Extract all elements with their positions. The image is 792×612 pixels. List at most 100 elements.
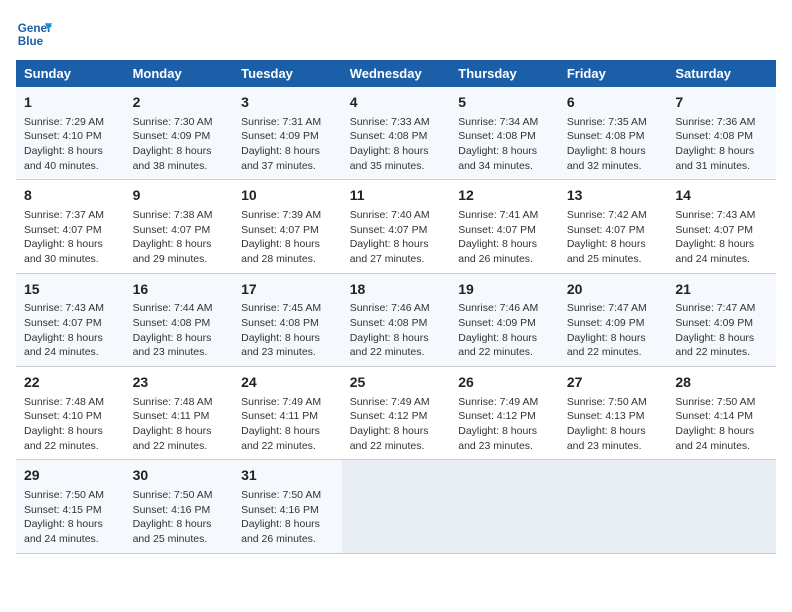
- calendar-cell-19: 19Sunrise: 7:46 AMSunset: 4:09 PMDayligh…: [450, 273, 559, 366]
- day-number: 1: [24, 93, 117, 113]
- calendar-cell-22: 22Sunrise: 7:48 AMSunset: 4:10 PMDayligh…: [16, 367, 125, 460]
- empty-cell: [559, 460, 668, 553]
- day-info: Sunrise: 7:40 AMSunset: 4:07 PMDaylight:…: [350, 208, 443, 267]
- calendar-cell-16: 16Sunrise: 7:44 AMSunset: 4:08 PMDayligh…: [125, 273, 234, 366]
- empty-cell: [667, 460, 776, 553]
- day-number: 15: [24, 280, 117, 300]
- day-header-friday: Friday: [559, 60, 668, 87]
- day-header-sunday: Sunday: [16, 60, 125, 87]
- day-number: 6: [567, 93, 660, 113]
- day-number: 20: [567, 280, 660, 300]
- day-number: 7: [675, 93, 768, 113]
- day-info: Sunrise: 7:49 AMSunset: 4:11 PMDaylight:…: [241, 395, 334, 454]
- calendar-cell-17: 17Sunrise: 7:45 AMSunset: 4:08 PMDayligh…: [233, 273, 342, 366]
- day-number: 16: [133, 280, 226, 300]
- calendar-cell-21: 21Sunrise: 7:47 AMSunset: 4:09 PMDayligh…: [667, 273, 776, 366]
- calendar-cell-31: 31Sunrise: 7:50 AMSunset: 4:16 PMDayligh…: [233, 460, 342, 553]
- day-number: 29: [24, 466, 117, 486]
- day-number: 9: [133, 186, 226, 206]
- day-number: 10: [241, 186, 334, 206]
- logo-icon: General Blue: [16, 16, 52, 52]
- calendar-cell-14: 14Sunrise: 7:43 AMSunset: 4:07 PMDayligh…: [667, 180, 776, 273]
- calendar-cell-4: 4Sunrise: 7:33 AMSunset: 4:08 PMDaylight…: [342, 87, 451, 180]
- day-info: Sunrise: 7:50 AMSunset: 4:15 PMDaylight:…: [24, 488, 117, 547]
- calendar-cell-2: 2Sunrise: 7:30 AMSunset: 4:09 PMDaylight…: [125, 87, 234, 180]
- day-info: Sunrise: 7:50 AMSunset: 4:16 PMDaylight:…: [133, 488, 226, 547]
- day-info: Sunrise: 7:30 AMSunset: 4:09 PMDaylight:…: [133, 115, 226, 174]
- calendar-cell-27: 27Sunrise: 7:50 AMSunset: 4:13 PMDayligh…: [559, 367, 668, 460]
- day-info: Sunrise: 7:38 AMSunset: 4:07 PMDaylight:…: [133, 208, 226, 267]
- calendar-cell-10: 10Sunrise: 7:39 AMSunset: 4:07 PMDayligh…: [233, 180, 342, 273]
- calendar-cell-18: 18Sunrise: 7:46 AMSunset: 4:08 PMDayligh…: [342, 273, 451, 366]
- day-number: 5: [458, 93, 551, 113]
- day-number: 26: [458, 373, 551, 393]
- day-number: 19: [458, 280, 551, 300]
- day-info: Sunrise: 7:43 AMSunset: 4:07 PMDaylight:…: [24, 301, 117, 360]
- day-number: 17: [241, 280, 334, 300]
- empty-cell: [450, 460, 559, 553]
- day-info: Sunrise: 7:39 AMSunset: 4:07 PMDaylight:…: [241, 208, 334, 267]
- day-info: Sunrise: 7:48 AMSunset: 4:10 PMDaylight:…: [24, 395, 117, 454]
- day-number: 23: [133, 373, 226, 393]
- day-number: 4: [350, 93, 443, 113]
- day-info: Sunrise: 7:34 AMSunset: 4:08 PMDaylight:…: [458, 115, 551, 174]
- day-info: Sunrise: 7:48 AMSunset: 4:11 PMDaylight:…: [133, 395, 226, 454]
- day-info: Sunrise: 7:31 AMSunset: 4:09 PMDaylight:…: [241, 115, 334, 174]
- calendar-cell-9: 9Sunrise: 7:38 AMSunset: 4:07 PMDaylight…: [125, 180, 234, 273]
- day-number: 22: [24, 373, 117, 393]
- calendar-cell-13: 13Sunrise: 7:42 AMSunset: 4:07 PMDayligh…: [559, 180, 668, 273]
- day-number: 12: [458, 186, 551, 206]
- day-header-monday: Monday: [125, 60, 234, 87]
- day-info: Sunrise: 7:33 AMSunset: 4:08 PMDaylight:…: [350, 115, 443, 174]
- day-header-wednesday: Wednesday: [342, 60, 451, 87]
- calendar-cell-11: 11Sunrise: 7:40 AMSunset: 4:07 PMDayligh…: [342, 180, 451, 273]
- calendar-cell-3: 3Sunrise: 7:31 AMSunset: 4:09 PMDaylight…: [233, 87, 342, 180]
- calendar-cell-30: 30Sunrise: 7:50 AMSunset: 4:16 PMDayligh…: [125, 460, 234, 553]
- header: General Blue: [16, 16, 776, 52]
- day-number: 2: [133, 93, 226, 113]
- calendar-cell-28: 28Sunrise: 7:50 AMSunset: 4:14 PMDayligh…: [667, 367, 776, 460]
- day-number: 3: [241, 93, 334, 113]
- calendar-cell-24: 24Sunrise: 7:49 AMSunset: 4:11 PMDayligh…: [233, 367, 342, 460]
- day-info: Sunrise: 7:47 AMSunset: 4:09 PMDaylight:…: [567, 301, 660, 360]
- day-number: 31: [241, 466, 334, 486]
- day-info: Sunrise: 7:42 AMSunset: 4:07 PMDaylight:…: [567, 208, 660, 267]
- day-info: Sunrise: 7:46 AMSunset: 4:08 PMDaylight:…: [350, 301, 443, 360]
- day-number: 28: [675, 373, 768, 393]
- svg-text:Blue: Blue: [18, 35, 44, 48]
- day-info: Sunrise: 7:47 AMSunset: 4:09 PMDaylight:…: [675, 301, 768, 360]
- day-number: 24: [241, 373, 334, 393]
- day-info: Sunrise: 7:37 AMSunset: 4:07 PMDaylight:…: [24, 208, 117, 267]
- calendar-cell-8: 8Sunrise: 7:37 AMSunset: 4:07 PMDaylight…: [16, 180, 125, 273]
- day-info: Sunrise: 7:35 AMSunset: 4:08 PMDaylight:…: [567, 115, 660, 174]
- day-info: Sunrise: 7:46 AMSunset: 4:09 PMDaylight:…: [458, 301, 551, 360]
- day-number: 14: [675, 186, 768, 206]
- day-number: 11: [350, 186, 443, 206]
- logo: General Blue: [16, 16, 52, 52]
- day-info: Sunrise: 7:49 AMSunset: 4:12 PMDaylight:…: [350, 395, 443, 454]
- calendar-cell-25: 25Sunrise: 7:49 AMSunset: 4:12 PMDayligh…: [342, 367, 451, 460]
- day-info: Sunrise: 7:50 AMSunset: 4:14 PMDaylight:…: [675, 395, 768, 454]
- calendar-cell-20: 20Sunrise: 7:47 AMSunset: 4:09 PMDayligh…: [559, 273, 668, 366]
- calendar-cell-7: 7Sunrise: 7:36 AMSunset: 4:08 PMDaylight…: [667, 87, 776, 180]
- calendar-cell-12: 12Sunrise: 7:41 AMSunset: 4:07 PMDayligh…: [450, 180, 559, 273]
- calendar-cell-29: 29Sunrise: 7:50 AMSunset: 4:15 PMDayligh…: [16, 460, 125, 553]
- day-number: 21: [675, 280, 768, 300]
- day-header-saturday: Saturday: [667, 60, 776, 87]
- calendar-cell-26: 26Sunrise: 7:49 AMSunset: 4:12 PMDayligh…: [450, 367, 559, 460]
- calendar-cell-15: 15Sunrise: 7:43 AMSunset: 4:07 PMDayligh…: [16, 273, 125, 366]
- day-info: Sunrise: 7:50 AMSunset: 4:13 PMDaylight:…: [567, 395, 660, 454]
- day-number: 18: [350, 280, 443, 300]
- day-info: Sunrise: 7:36 AMSunset: 4:08 PMDaylight:…: [675, 115, 768, 174]
- day-info: Sunrise: 7:45 AMSunset: 4:08 PMDaylight:…: [241, 301, 334, 360]
- day-header-tuesday: Tuesday: [233, 60, 342, 87]
- day-number: 27: [567, 373, 660, 393]
- day-info: Sunrise: 7:49 AMSunset: 4:12 PMDaylight:…: [458, 395, 551, 454]
- calendar-cell-6: 6Sunrise: 7:35 AMSunset: 4:08 PMDaylight…: [559, 87, 668, 180]
- day-number: 8: [24, 186, 117, 206]
- calendar-cell-5: 5Sunrise: 7:34 AMSunset: 4:08 PMDaylight…: [450, 87, 559, 180]
- day-info: Sunrise: 7:41 AMSunset: 4:07 PMDaylight:…: [458, 208, 551, 267]
- day-number: 25: [350, 373, 443, 393]
- calendar-table: SundayMondayTuesdayWednesdayThursdayFrid…: [16, 60, 776, 554]
- day-header-thursday: Thursday: [450, 60, 559, 87]
